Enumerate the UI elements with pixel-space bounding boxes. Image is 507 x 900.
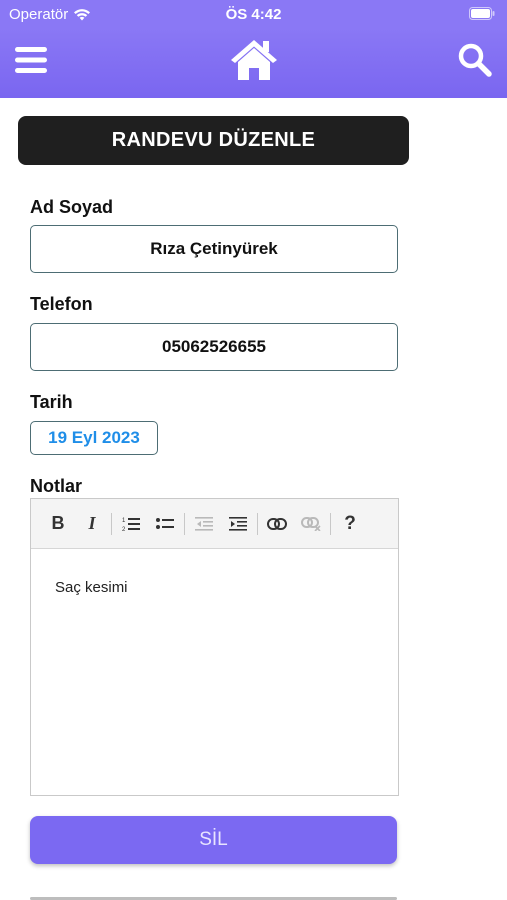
unlink-icon [301,516,321,531]
toolbar-divider [184,512,185,535]
svg-text:1: 1 [122,518,126,524]
search-icon [458,43,492,77]
svg-text:2: 2 [122,527,126,532]
top-navbar [0,28,507,98]
phone-label: Telefon [30,294,93,314]
status-time: ÖS 4:42 [225,6,282,23]
date-label: Tarih [30,392,73,412]
link-button[interactable] [260,509,294,539]
search-button[interactable] [455,40,495,80]
status-bar: Operatör ÖS 4:42 [0,0,507,28]
indent-icon [229,516,247,531]
link-icon [267,517,287,530]
notes-text[interactable]: Saç kesimi [55,579,128,596]
battery-icon [469,7,495,24]
bullet-list-button[interactable] [148,509,182,539]
outdent-button[interactable] [187,509,221,539]
bold-button[interactable]: B [41,509,75,539]
menu-button[interactable] [11,40,51,80]
hamburger-menu-icon [15,47,47,73]
italic-icon: I [88,513,96,533]
bullet-list-icon [156,517,174,529]
indent-button[interactable] [221,509,255,539]
notes-editor: B I 1 2 ? Saç kesimi [30,498,399,796]
ordered-list-button[interactable]: 1 2 [114,509,148,539]
notes-label: Notlar [30,476,83,496]
toolbar-divider [257,512,258,535]
unlink-button[interactable] [294,509,328,539]
ordered-list-icon: 1 2 [122,517,140,532]
name-field[interactable]: Rıza Çetinyürek [30,225,398,273]
delete-button[interactable]: SİL [30,816,397,864]
italic-button[interactable]: I [75,509,109,539]
page-title: RANDEVU DÜZENLE [18,116,409,165]
home-icon [231,40,277,80]
home-button[interactable] [228,40,280,80]
outdent-icon [195,516,213,531]
name-label: Ad Soyad [30,197,114,217]
toolbar-divider [330,512,331,535]
help-icon: ? [344,512,356,534]
help-button[interactable]: ? [333,509,367,539]
bold-icon: B [51,513,65,533]
date-picker-button[interactable]: 19 Eyl 2023 [30,421,158,455]
phone-field[interactable]: 05062526655 [30,323,398,371]
editor-toolbar: B I 1 2 ? [31,499,398,549]
toolbar-divider [111,512,112,535]
